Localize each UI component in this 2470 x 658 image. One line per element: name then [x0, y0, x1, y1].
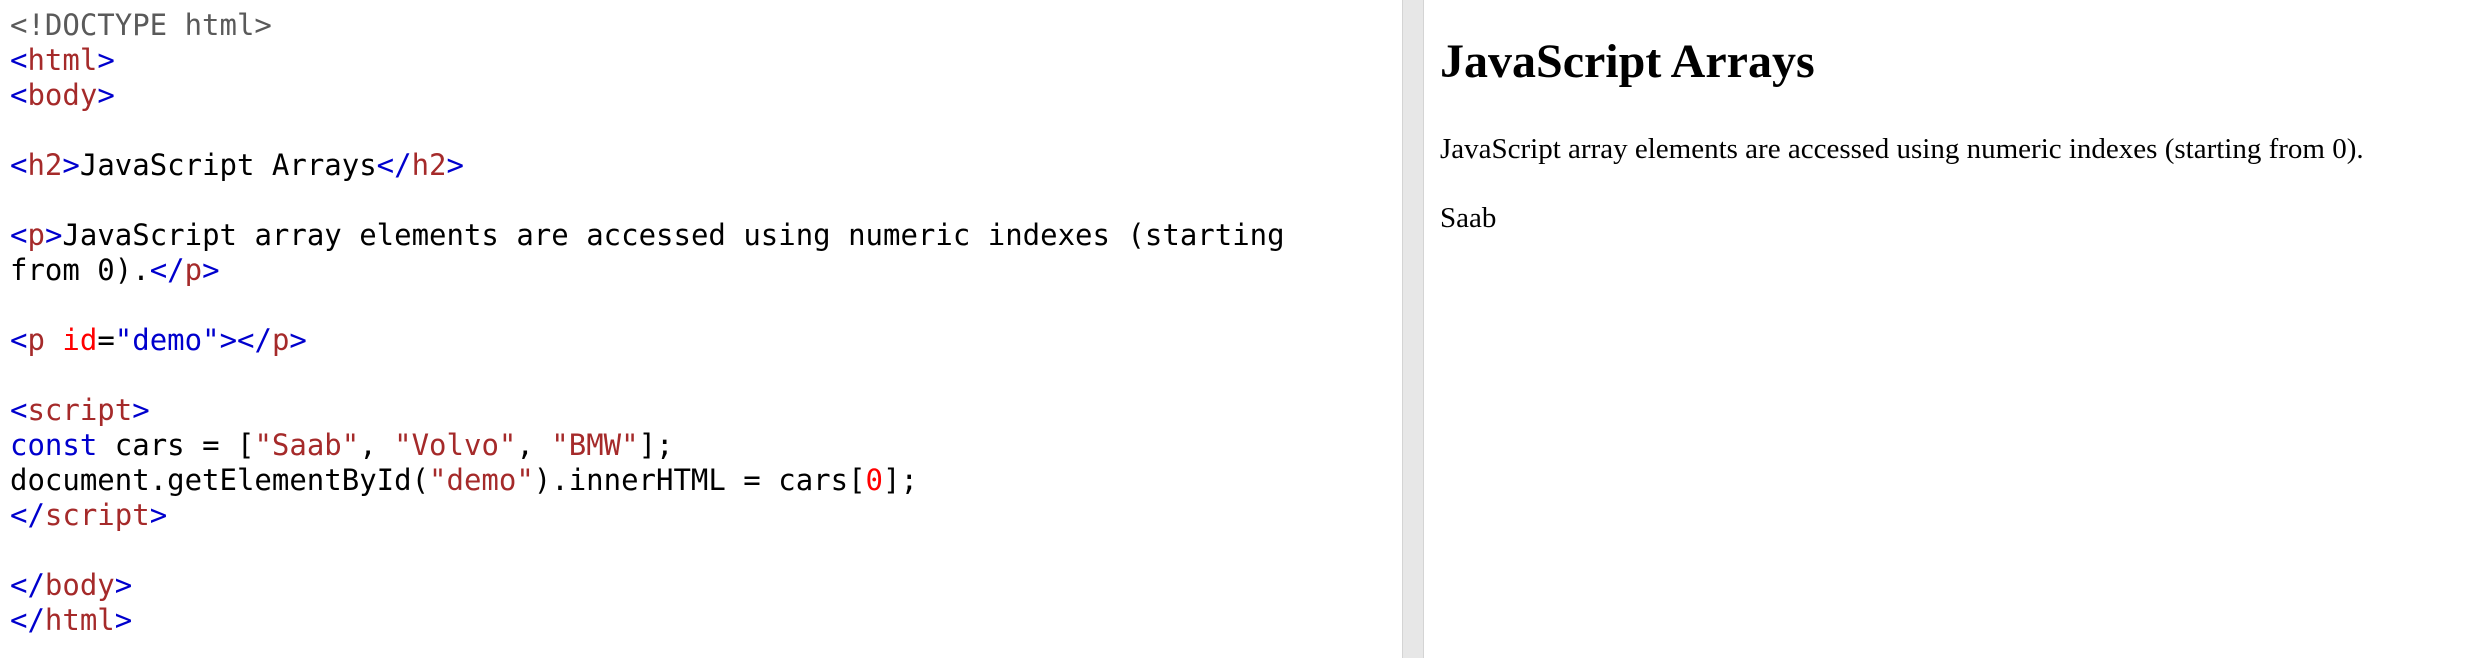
code-line: <p id="demo"></p> [10, 323, 1390, 358]
code-token-tag: script [44, 498, 150, 532]
code-line: </body> [10, 568, 1390, 603]
code-line: ​ [10, 113, 1390, 148]
code-token-bracket: > [202, 253, 220, 287]
code-token-text: cars = [ [97, 428, 255, 462]
code-line: <h2>JavaScript Arrays</h2> [10, 148, 1390, 183]
code-line: const cars = ["Saab", "Volvo", "BMW"]; [10, 428, 1390, 463]
code-line: from 0).</p> [10, 253, 1390, 288]
code-token-bracket: > [114, 603, 133, 637]
code-token-bracket: </ [10, 498, 45, 532]
code-token-bracket: </ [10, 603, 45, 637]
code-token-attr: id [62, 323, 98, 357]
code-token-bracket: > [114, 568, 133, 602]
code-token-keyword: const [10, 428, 98, 462]
code-line: <p>JavaScript array elements are accesse… [10, 218, 1390, 253]
code-line: document.getElementById("demo").innerHTM… [10, 463, 1390, 498]
code-token-bracket: < [10, 43, 28, 77]
code-token-bracket: < [10, 78, 28, 112]
code-token-tag: p [27, 218, 45, 252]
code-token-tag: p [271, 323, 290, 357]
code-token-text: ]; [638, 428, 674, 462]
code-token-bracket: > [97, 78, 115, 112]
code-token-string: "BMW" [551, 428, 639, 462]
code-editor-pane[interactable]: <!DOCTYPE html><html><body>​<h2>JavaScri… [0, 0, 1402, 658]
code-token-text: ).innerHTML = cars[ [533, 463, 866, 497]
tryit-editor: <!DOCTYPE html><html><body>​<h2>JavaScri… [0, 0, 2470, 658]
code-token-text: , [359, 428, 395, 462]
code-token-bracket: > [446, 148, 464, 182]
preview-paragraph: JavaScript array elements are accessed u… [1440, 133, 2364, 165]
code-token-string: "Saab" [254, 428, 360, 462]
code-token-bracket: > [132, 393, 150, 427]
code-token-tag: h2 [27, 148, 63, 182]
code-line: <!DOCTYPE html> [10, 8, 1390, 43]
code-token-tag: p [27, 323, 45, 357]
code-token-bracket: > [44, 218, 63, 252]
code-token-bracket: </ [10, 568, 45, 602]
code-token-bracket: > [97, 43, 115, 77]
code-line: ​ [10, 358, 1390, 393]
code-token-tag: h2 [411, 148, 447, 182]
code-token-tag: p [184, 253, 203, 287]
code-line: ​ [10, 288, 1390, 323]
code-line: </script> [10, 498, 1390, 533]
code-token-bracket: </ [376, 148, 412, 182]
code-token-string: "Volvo" [394, 428, 517, 462]
code-line: <html> [10, 43, 1390, 78]
result-preview-pane: JavaScript Arrays JavaScript array eleme… [1424, 0, 2470, 658]
code-token-tag: script [27, 393, 133, 427]
code-line: <body> [10, 78, 1390, 113]
code-token-text: JavaScript Arrays [79, 148, 377, 182]
pane-resize-divider[interactable] [1402, 0, 1424, 658]
code-token-text: , [516, 428, 552, 462]
code-token-bracket: </ [149, 253, 185, 287]
code-token-string: "demo" [429, 463, 534, 497]
code-token-bracket: ></ [219, 323, 272, 357]
code-line: <script> [10, 393, 1390, 428]
code-token-text: ]; [883, 463, 918, 497]
preview-heading: JavaScript Arrays [1440, 35, 1815, 88]
code-token-bracket: < [10, 323, 28, 357]
code-token-text: document.getElementById( [10, 463, 430, 497]
code-token-doctype: <!DOCTYPE html> [10, 8, 272, 42]
code-token-bracket: < [10, 148, 28, 182]
code-token-bracket: > [62, 148, 80, 182]
code-token-bracket: > [149, 498, 168, 532]
code-token-tag: html [27, 43, 98, 77]
code-token-text: = [97, 323, 115, 357]
code-token-text: from 0). [10, 253, 150, 287]
code-token-attrval: "demo" [114, 323, 220, 357]
code-token-tag: html [44, 603, 115, 637]
code-token-tag: body [44, 568, 115, 602]
code-token-bracket: < [10, 218, 28, 252]
preview-demo-output: Saab [1440, 202, 1497, 234]
code-token-text: JavaScript array elements are accessed u… [62, 218, 1285, 252]
code-line: ​ [10, 533, 1390, 568]
code-token-tag: body [27, 78, 98, 112]
code-line: ​ [10, 183, 1390, 218]
code-editor[interactable]: <!DOCTYPE html><html><body>​<h2>JavaScri… [10, 8, 1390, 638]
code-token-bracket: > [289, 323, 307, 357]
code-line: </html> [10, 603, 1390, 638]
code-token-bracket: < [10, 393, 28, 427]
code-token-number: 0 [865, 463, 883, 497]
